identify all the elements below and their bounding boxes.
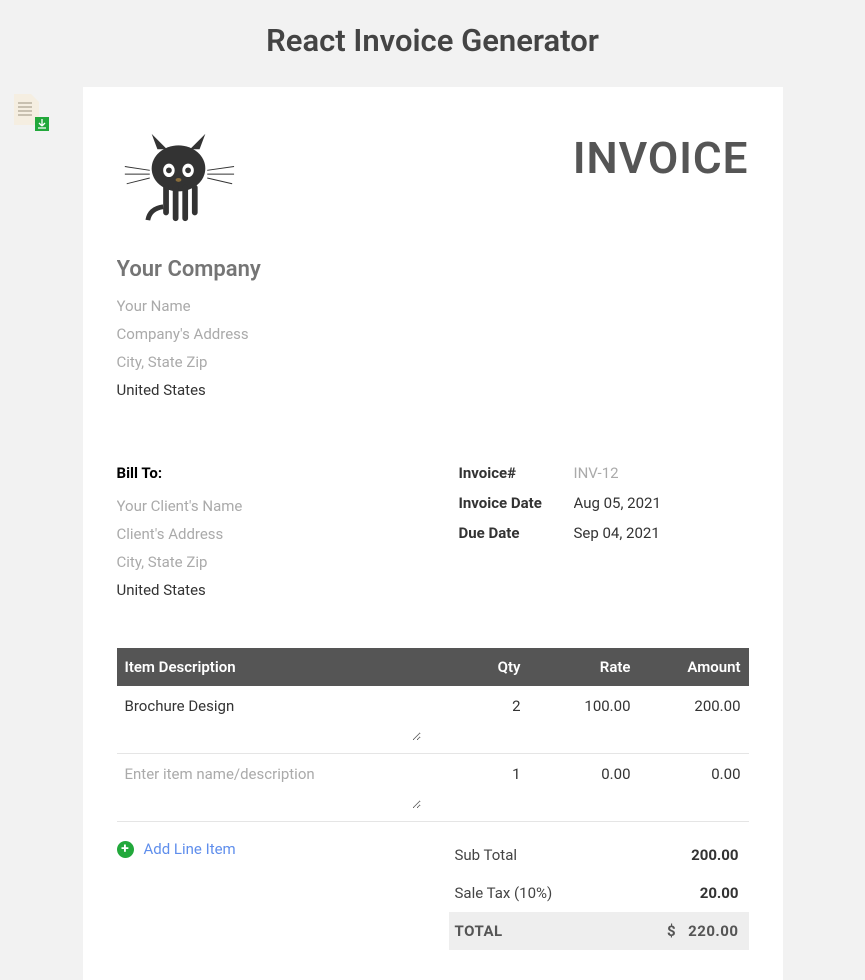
header-amount: Amount	[631, 658, 741, 676]
download-button[interactable]	[10, 92, 49, 131]
client-city-input[interactable]	[117, 548, 429, 576]
page-title: React Invoice Generator	[0, 0, 865, 87]
item-qty-input[interactable]	[431, 693, 521, 719]
due-date-input[interactable]	[574, 524, 773, 542]
company-logo[interactable]	[121, 132, 236, 227]
item-rate-input[interactable]	[521, 761, 631, 787]
table-row: 0.00	[117, 754, 749, 822]
items-table: Item Description Qty Rate Amount 200.00 …	[117, 648, 749, 822]
company-name-input[interactable]	[117, 257, 749, 282]
currency-symbol: $	[667, 922, 676, 940]
client-country-input[interactable]	[117, 576, 429, 604]
document-label-input[interactable]	[449, 132, 749, 184]
table-row: 200.00	[117, 686, 749, 754]
invoice-date-input[interactable]	[574, 494, 773, 512]
add-line-label: Add Line Item	[144, 840, 236, 858]
download-arrow-icon	[35, 117, 49, 131]
subtotal-value: 200.00	[691, 846, 738, 864]
invoice-sheet: Item Description Qty Rate Amount 200.00 …	[83, 87, 783, 980]
invoice-date-label[interactable]	[459, 494, 574, 512]
header-qty: Qty	[431, 658, 521, 676]
item-amount: 0.00	[631, 761, 741, 783]
company-country-input[interactable]	[117, 376, 749, 404]
add-line-item-button[interactable]: + Add Line Item	[117, 840, 236, 858]
bill-to-label[interactable]	[117, 464, 316, 482]
tax-value: 20.00	[700, 884, 739, 902]
table-header: Item Description Qty Rate Amount	[117, 648, 749, 686]
totals-block: Sub Total 200.00 Sale Tax (10%) 20.00 TO…	[449, 836, 749, 950]
your-name-input[interactable]	[117, 292, 749, 320]
company-city-input[interactable]	[117, 348, 749, 376]
client-address-input[interactable]	[117, 520, 429, 548]
due-date-label[interactable]	[459, 524, 574, 542]
company-address-input[interactable]	[117, 320, 749, 348]
header-rate: Rate	[521, 658, 631, 676]
item-description-input[interactable]	[125, 693, 421, 741]
item-rate-input[interactable]	[521, 693, 631, 719]
header-description: Item Description	[125, 658, 431, 676]
plus-icon: +	[117, 841, 134, 858]
client-name-input[interactable]	[117, 492, 429, 520]
item-amount: 200.00	[631, 693, 741, 715]
grand-total-value: 220.00	[688, 922, 738, 940]
item-description-input[interactable]	[125, 761, 421, 809]
grand-total-label: TOTAL	[455, 922, 503, 940]
subtotal-label: Sub Total	[455, 846, 518, 864]
item-qty-input[interactable]	[431, 761, 521, 787]
invoice-number-label[interactable]	[459, 464, 574, 482]
invoice-number-input[interactable]	[574, 464, 773, 482]
tax-label: Sale Tax (10%)	[455, 884, 553, 902]
